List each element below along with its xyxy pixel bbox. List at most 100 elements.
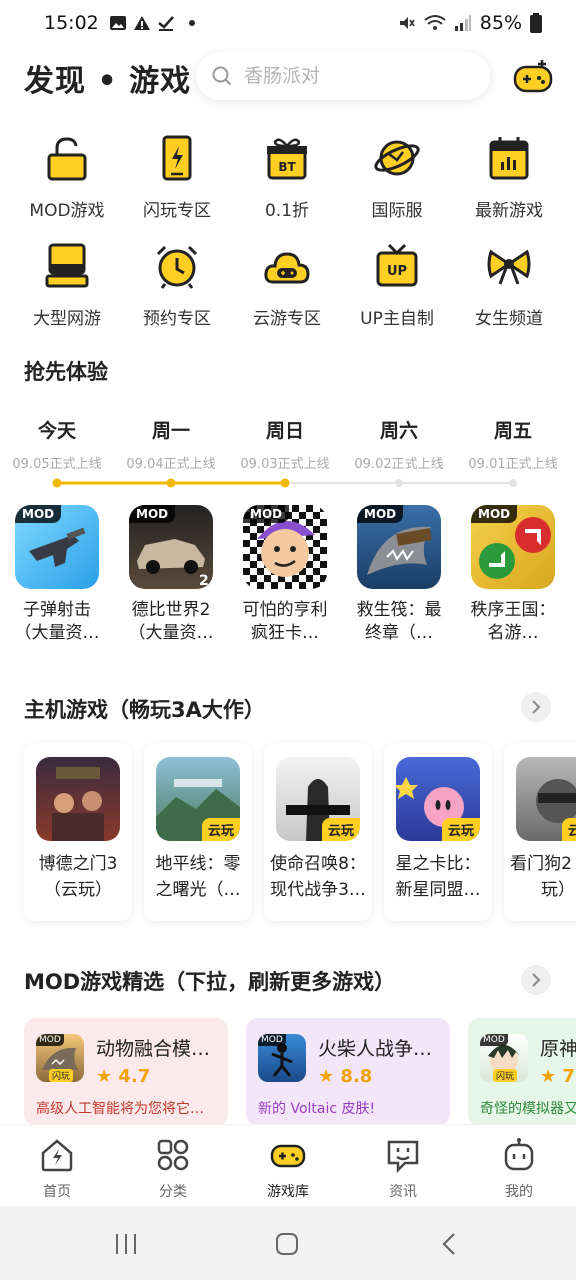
game-center-gamepad-icon[interactable] bbox=[512, 56, 554, 98]
game-icon-stickman-war: MOD bbox=[258, 1034, 306, 1082]
category-label: 国际服 bbox=[371, 201, 423, 221]
day-date: 09.03正式上线 bbox=[240, 457, 330, 472]
game-name: 地平线：零之曙光（… bbox=[155, 854, 241, 900]
mod-tag: MOD bbox=[129, 505, 176, 523]
grid-icon bbox=[157, 1139, 189, 1171]
category-mod-games[interactable]: MOD游戏 bbox=[12, 134, 122, 221]
nav-label: 分类 bbox=[159, 1184, 187, 1200]
nav-news[interactable]: 资讯 bbox=[358, 1137, 448, 1201]
party-art-icon bbox=[52, 767, 104, 841]
day-tab-monday[interactable]: 周一 09.04正式上线 bbox=[114, 416, 228, 472]
game-name: 看门狗2（云玩） bbox=[510, 854, 576, 900]
status-right: 85% bbox=[398, 12, 542, 34]
console-game-card[interactable]: 云玩 地平线：零之曙光（… bbox=[144, 743, 252, 921]
day-label: 今天 bbox=[37, 420, 76, 442]
console-more-button[interactable] bbox=[521, 692, 551, 722]
category-discount[interactable]: BT 0.1折 bbox=[232, 134, 342, 221]
nav-game-library[interactable]: 游戏库 bbox=[243, 1137, 333, 1201]
bow-icon bbox=[487, 249, 531, 285]
game-name: 可怕的亨利疯狂卡… bbox=[242, 600, 328, 643]
mod-game-card[interactable]: MOD 火柴人战争… ★ 8.8 新的 Voltaic 皮肤! bbox=[246, 1018, 450, 1124]
game-rating: ★ 8.8 bbox=[318, 1066, 372, 1087]
nav-label: 首页 bbox=[43, 1184, 71, 1200]
svg-text:BT: BT bbox=[278, 160, 296, 174]
category-new-games[interactable]: 最新游戏 bbox=[454, 134, 564, 221]
game-icon-baldurs-gate-3 bbox=[36, 757, 120, 841]
cloud-play-tag: 云玩 bbox=[561, 818, 576, 841]
early-game-card[interactable]: MOD 秩序王国：名游… bbox=[456, 505, 570, 645]
mod-game-card[interactable]: MOD 闪玩 动物融合模… ★ 4.7 高级人工智能将为您将它… bbox=[24, 1018, 228, 1124]
recent-apps-icon[interactable] bbox=[114, 1232, 138, 1256]
console-game-card[interactable]: 云玩 看门狗2（云玩） bbox=[504, 743, 576, 921]
game-icon-bullet-shooting: MOD bbox=[15, 505, 99, 589]
day-label: 周日 bbox=[265, 420, 304, 442]
rating-value: 8.8 bbox=[340, 1066, 373, 1087]
console-game-card[interactable]: 云玩 使命召唤8：现代战争3… bbox=[264, 743, 372, 921]
day-tab-saturday[interactable]: 周六 09.02正式上线 bbox=[342, 416, 456, 472]
day-label: 周六 bbox=[379, 420, 418, 442]
category-cloud-games[interactable]: 云游专区 bbox=[232, 242, 342, 329]
game-icon-animal-fusion: MOD 闪玩 bbox=[36, 1034, 84, 1082]
category-label: 女生频道 bbox=[475, 309, 543, 329]
computer-icon bbox=[45, 243, 89, 288]
mod-tag: MOD bbox=[258, 1034, 286, 1046]
early-game-card[interactable]: MOD 可怕的亨利疯狂卡… bbox=[228, 505, 342, 645]
nav-label: 资讯 bbox=[389, 1184, 417, 1200]
game-description: 奇怪的模拟器又 bbox=[480, 1101, 576, 1117]
day-date: 09.04正式上线 bbox=[126, 457, 216, 472]
early-game-card[interactable]: 2 MOD 德比世界2（大量资… bbox=[114, 505, 228, 645]
mod-picks-more-button[interactable] bbox=[521, 965, 551, 995]
game-name: 原神 bbox=[540, 1038, 576, 1060]
mod-picks-title: MOD游戏精选（下拉，刷新更多游戏） bbox=[24, 970, 396, 994]
day-tab-today[interactable]: 今天 09.05正式上线 bbox=[0, 416, 114, 472]
cloud-play-tag: 云玩 bbox=[321, 818, 360, 841]
mod-game-card[interactable]: MOD 闪玩 原神 ★ 7 奇怪的模拟器又 bbox=[468, 1018, 576, 1124]
day-date: 09.02正式上线 bbox=[354, 457, 444, 472]
category-reservation[interactable]: 预约专区 bbox=[122, 242, 232, 329]
day-tab-friday[interactable]: 周五 09.01正式上线 bbox=[456, 416, 570, 472]
game-name: 动物融合模… bbox=[96, 1038, 211, 1060]
battery-percent: 85% bbox=[479, 12, 522, 34]
nav-home[interactable]: 首页 bbox=[12, 1137, 102, 1201]
category-girls[interactable]: 女生频道 bbox=[454, 242, 564, 329]
game-icon-scary-henry: MOD bbox=[243, 505, 327, 589]
day-tab-sunday[interactable]: 周日 09.03正式上线 bbox=[228, 416, 342, 472]
status-time: 15:02 bbox=[44, 12, 99, 34]
flash-play-tag: 闪玩 bbox=[49, 1069, 74, 1082]
game-icon-derby-world-2: 2 MOD bbox=[129, 505, 213, 589]
search-bar[interactable] bbox=[196, 52, 490, 100]
robot-face-icon bbox=[504, 1138, 534, 1171]
console-game-card[interactable]: 博德之门3（云玩） bbox=[24, 743, 132, 921]
game-rating: ★ 7 bbox=[540, 1066, 575, 1087]
nav-profile[interactable]: 我的 bbox=[474, 1137, 564, 1201]
console-game-card[interactable]: 云玩 星之卡比：新星同盟… bbox=[384, 743, 492, 921]
game-name: 德比世界2（大量资… bbox=[128, 600, 214, 643]
flash-play-tag: 闪玩 bbox=[493, 1069, 518, 1082]
nav-label: 游戏库 bbox=[267, 1184, 309, 1200]
game-icon-horizon-zero-dawn: 云玩 bbox=[156, 757, 240, 841]
game-description: 高级人工智能将为您将它… bbox=[36, 1101, 204, 1117]
category-flash-play[interactable]: 闪玩专区 bbox=[122, 134, 232, 221]
mod-tag: MOD bbox=[480, 1034, 508, 1046]
home-button-icon[interactable] bbox=[275, 1232, 299, 1256]
chat-news-icon bbox=[387, 1140, 419, 1174]
back-icon[interactable] bbox=[440, 1232, 460, 1256]
day-date: 09.05正式上线 bbox=[12, 457, 102, 472]
category-international[interactable]: 国际服 bbox=[342, 134, 452, 221]
status-notification-icons bbox=[109, 15, 195, 31]
early-game-card[interactable]: MOD 救生筏：最终章（… bbox=[342, 505, 456, 645]
unlock-icon bbox=[47, 137, 87, 181]
game-name: 火柴人战争… bbox=[318, 1038, 433, 1060]
category-up-creator[interactable]: UP UP主自制 bbox=[342, 242, 452, 329]
nav-category[interactable]: 分类 bbox=[128, 1137, 218, 1201]
game-rating: ★ 4.7 bbox=[96, 1066, 150, 1087]
page-title: 发现 • 游戏 bbox=[24, 64, 192, 99]
svg-text:UP: UP bbox=[387, 264, 407, 279]
category-label: 闪玩专区 bbox=[143, 201, 211, 221]
bottom-navigation: 首页 分类 游戏库 资讯 我的 bbox=[0, 1124, 576, 1206]
search-input[interactable] bbox=[244, 65, 464, 87]
category-mmo[interactable]: 大型网游 bbox=[12, 242, 122, 329]
mod-tag: MOD bbox=[36, 1034, 64, 1046]
early-game-card[interactable]: MOD 子弹射击（大量资… bbox=[0, 505, 114, 645]
game-icon-raft-survival: MOD bbox=[357, 505, 441, 589]
